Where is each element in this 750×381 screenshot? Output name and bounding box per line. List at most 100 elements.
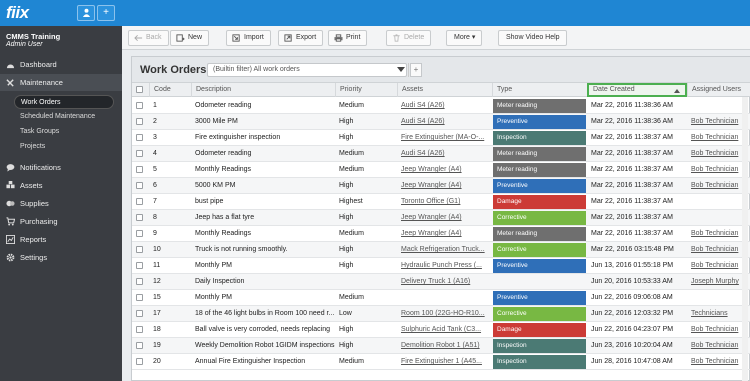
quick-add-button[interactable]: + xyxy=(97,5,115,21)
cell-asset[interactable]: Sulphuric Acid Tank (C3... xyxy=(397,322,492,338)
cell-asset[interactable]: Audi S4 (A26) xyxy=(397,98,492,114)
row-checkbox[interactable] xyxy=(136,150,143,157)
row-checkbox[interactable] xyxy=(136,134,143,141)
table-row[interactable]: 9 Monthly Readings Medium Jeep Wrangler (A4… xyxy=(132,226,750,242)
sidebar-item-purchasing[interactable]: Purchasing xyxy=(0,213,122,230)
cell-asset[interactable]: Fire Extinguisher 1 (A45... xyxy=(397,354,492,370)
row-checkbox[interactable] xyxy=(136,182,143,189)
sidebar-item-supplies[interactable]: Supplies xyxy=(0,195,122,212)
sidebar-item-notifications[interactable]: Notifications xyxy=(0,159,122,176)
table-row[interactable]: 17 18 of the 46 light bulbs in Room 100 n… xyxy=(132,306,750,322)
cell-asset[interactable]: Jeep Wrangler (A4) xyxy=(397,162,492,178)
table-row[interactable]: 2 3000 Mile PM High Audi S4 (A26) Preventive… xyxy=(132,114,750,130)
table-row[interactable]: 1 Odometer reading Medium Audi S4 (A26) Mete… xyxy=(132,98,750,114)
cell-assigned-users[interactable] xyxy=(687,98,750,114)
row-checkbox[interactable] xyxy=(136,262,143,269)
table-row[interactable]: 7 bust pipe Highest Toronto Office (G1) Dama… xyxy=(132,194,750,210)
row-checkbox[interactable] xyxy=(136,214,143,221)
cell-asset[interactable]: Room 100 (22G-HO-R10... xyxy=(397,306,492,322)
cell-asset[interactable]: Audi S4 (A26) xyxy=(397,114,492,130)
cell-assigned-users[interactable]: Bob Technician xyxy=(687,146,750,162)
fiix-logo[interactable]: fiix xyxy=(6,3,29,23)
cell-assigned-users[interactable]: Bob Technician xyxy=(687,178,750,194)
sidebar-item-dashboard[interactable]: Dashboard xyxy=(0,56,122,73)
row-checkbox[interactable] xyxy=(136,246,143,253)
select-all-checkbox[interactable] xyxy=(136,86,143,93)
sidebar-item-settings[interactable]: Settings xyxy=(0,249,122,266)
new-button[interactable]: New xyxy=(170,30,210,46)
column-header-priority[interactable]: Priority xyxy=(335,83,397,97)
row-checkbox[interactable] xyxy=(136,230,143,237)
column-header-code[interactable]: Code xyxy=(149,83,191,97)
export-button[interactable]: Export xyxy=(278,30,324,46)
cell-asset[interactable]: Audi S4 (A26) xyxy=(397,146,492,162)
cell-assigned-users[interactable]: Bob Technician xyxy=(687,114,750,130)
table-row[interactable]: 10 Truck is not running smoothly. High Mack… xyxy=(132,242,750,258)
row-checkbox[interactable] xyxy=(136,118,143,125)
column-header-type[interactable]: Type xyxy=(492,83,587,97)
table-row[interactable]: 12 Daily Inspection Delivery Truck 1 (A16)… xyxy=(132,274,750,290)
user-menu-button[interactable] xyxy=(77,5,95,21)
cell-asset[interactable]: Fire Extinguisher (MA-O-... xyxy=(397,130,492,146)
row-checkbox[interactable] xyxy=(136,294,143,301)
cell-assigned-users[interactable]: Bob Technician xyxy=(687,242,750,258)
column-header-description[interactable]: Description xyxy=(191,83,335,97)
sidebar-item-assets[interactable]: Assets xyxy=(0,177,122,194)
delete-button[interactable]: Delete xyxy=(386,30,432,46)
cell-asset[interactable]: Jeep Wrangler (A4) xyxy=(397,178,492,194)
table-row[interactable]: 3 Fire extinguisher inspection High Fire Ex… xyxy=(132,130,750,146)
cell-assigned-users[interactable]: Bob Technician xyxy=(687,322,750,338)
vertical-scrollbar[interactable] xyxy=(742,97,748,381)
cell-assigned-users[interactable]: Bob Technician xyxy=(687,354,750,370)
row-checkbox[interactable] xyxy=(136,358,143,365)
table-row[interactable]: 6 5000 KM PM High Jeep Wrangler (A4) Prevent… xyxy=(132,178,750,194)
cell-assigned-users[interactable]: Technicians xyxy=(687,306,750,322)
back-button[interactable]: Back xyxy=(128,30,169,46)
cell-assigned-users[interactable]: Joseph Murphy xyxy=(687,274,750,290)
cell-assigned-users[interactable]: Bob Technician xyxy=(687,258,750,274)
row-checkbox[interactable] xyxy=(136,326,143,333)
sidebar-item-maintenance[interactable]: Maintenance xyxy=(0,74,122,91)
sidebar-subitem-task-groups[interactable]: Task Groups xyxy=(14,125,114,139)
table-row[interactable]: 4 Odometer reading Medium Audi S4 (A26) Mete… xyxy=(132,146,750,162)
cell-asset[interactable]: Jeep Wrangler (A4) xyxy=(397,210,492,226)
row-checkbox[interactable] xyxy=(136,102,143,109)
more-dropdown[interactable]: More ▾ xyxy=(446,30,483,46)
filter-select[interactable]: (Builtin filter) All work orders xyxy=(207,63,407,77)
table-row[interactable]: 11 Monthly PM High Hydraulic Punch Press (.… xyxy=(132,258,750,274)
cell-assigned-users[interactable] xyxy=(687,210,750,226)
cell-assigned-users[interactable]: Bob Technician xyxy=(687,130,750,146)
cell-assigned-users[interactable]: Bob Technician xyxy=(687,338,750,354)
sidebar-item-reports[interactable]: Reports xyxy=(0,231,122,248)
show-video-help-button[interactable]: Show Video Help xyxy=(498,30,567,46)
table-row[interactable]: 8 Jeep has a flat tyre High Jeep Wrangler (… xyxy=(132,210,750,226)
table-row[interactable]: 20 Annual Fire Extinguisher Inspection Med… xyxy=(132,354,750,370)
sidebar-subitem-scheduled-maintenance[interactable]: Scheduled Maintenance xyxy=(14,110,114,124)
sidebar-subitem-work-orders[interactable]: Work Orders xyxy=(14,95,114,109)
cell-asset[interactable]: Delivery Truck 1 (A16) xyxy=(397,274,492,290)
row-checkbox[interactable] xyxy=(136,198,143,205)
table-row[interactable]: 15 Monthly PM Medium Preventive Jun 22, 2016… xyxy=(132,290,750,306)
table-row[interactable]: 5 Monthly Readings Medium Jeep Wrangler (A4… xyxy=(132,162,750,178)
cell-assigned-users[interactable] xyxy=(687,194,750,210)
sidebar-subitem-projects[interactable]: Projects xyxy=(14,140,114,154)
cell-assigned-users[interactable]: Bob Technician xyxy=(687,226,750,242)
chevron-down-icon[interactable] xyxy=(397,67,405,72)
print-button[interactable]: Print xyxy=(328,30,368,46)
cell-asset[interactable] xyxy=(397,290,492,306)
cell-asset[interactable]: Hydraulic Punch Press (... xyxy=(397,258,492,274)
table-row[interactable]: 18 Ball valve is very corroded, needs rep… xyxy=(132,322,750,338)
row-checkbox[interactable] xyxy=(136,310,143,317)
row-checkbox[interactable] xyxy=(136,342,143,349)
column-header-assets[interactable]: Assets xyxy=(397,83,492,97)
add-filter-button[interactable]: + xyxy=(410,63,422,77)
column-header-date-created[interactable]: Date Created xyxy=(587,83,687,97)
cell-asset[interactable]: Demolition Robot 1 (A51) xyxy=(397,338,492,354)
cell-asset[interactable]: Mack Refrigeration Truck... xyxy=(397,242,492,258)
column-header-assigned-users[interactable]: Assigned Users xyxy=(687,83,750,97)
import-button[interactable]: Import xyxy=(226,30,271,46)
cell-asset[interactable]: Jeep Wrangler (A4) xyxy=(397,226,492,242)
cell-assigned-users[interactable] xyxy=(687,290,750,306)
cell-assigned-users[interactable]: Bob Technician xyxy=(687,162,750,178)
row-checkbox[interactable] xyxy=(136,166,143,173)
